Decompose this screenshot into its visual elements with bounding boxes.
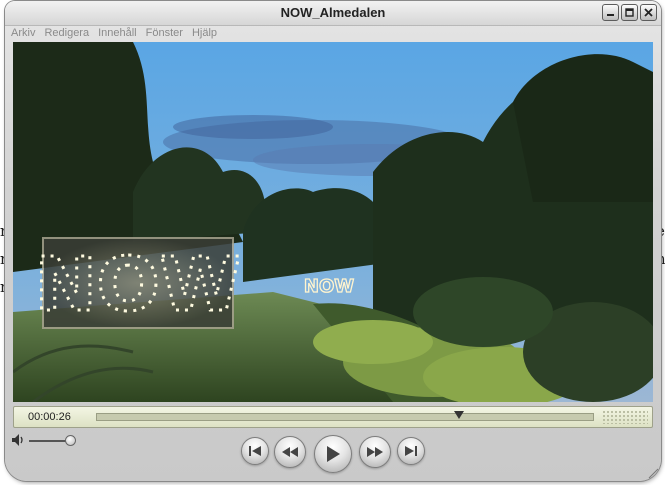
- volume-knob[interactable]: [65, 435, 77, 446]
- title-bar[interactable]: NOW_Almedalen: [5, 1, 661, 26]
- video-scene: NOW NOW: [13, 42, 653, 402]
- small-now-sign-text: NOW: [304, 276, 354, 297]
- fast-forward-button[interactable]: [359, 436, 391, 468]
- video-frame[interactable]: NOW NOW: [13, 42, 653, 402]
- transport-controls: [5, 429, 661, 481]
- menu-innehall[interactable]: Innehåll: [98, 27, 137, 41]
- close-icon: [644, 8, 653, 17]
- skip-forward-button[interactable]: [397, 437, 425, 465]
- timeline-bar: 00:00:26: [13, 406, 653, 428]
- resize-grip-icon[interactable]: [647, 467, 659, 479]
- timeline-grip: [602, 410, 648, 424]
- now-sign-text: NOW: [35, 242, 241, 328]
- menu-arkiv[interactable]: Arkiv: [11, 27, 35, 41]
- maximize-icon: [625, 8, 634, 17]
- play-icon: [327, 446, 340, 462]
- minimize-button[interactable]: [602, 4, 619, 21]
- speaker-icon[interactable]: [11, 433, 25, 447]
- volume-slider[interactable]: [29, 435, 77, 446]
- timeline-scrubber[interactable]: [96, 411, 594, 421]
- quicktime-player-window: NOW_Almedalen Arkiv Redigera Innehåll Fö…: [5, 1, 661, 481]
- skip-back-icon: [249, 446, 261, 456]
- menu-bar: Arkiv Redigera Innehåll Fönster Hjälp: [11, 27, 217, 41]
- rewind-icon: [282, 447, 298, 457]
- maximize-button[interactable]: [621, 4, 638, 21]
- fast-forward-icon: [367, 447, 383, 457]
- minimize-icon: [607, 14, 614, 16]
- rewind-button[interactable]: [274, 436, 306, 468]
- window-controls: [602, 4, 657, 21]
- skip-forward-icon: [405, 446, 417, 456]
- menu-fonster[interactable]: Fönster: [146, 27, 183, 41]
- current-time: 00:00:26: [28, 411, 71, 423]
- window-title: NOW_Almedalen: [280, 5, 386, 20]
- playhead-marker[interactable]: [454, 411, 465, 419]
- play-button[interactable]: [314, 435, 352, 473]
- menu-redigera[interactable]: Redigera: [44, 27, 89, 41]
- close-button[interactable]: [640, 4, 657, 21]
- skip-back-button[interactable]: [241, 437, 269, 465]
- menu-hjalp[interactable]: Hjälp: [192, 27, 217, 41]
